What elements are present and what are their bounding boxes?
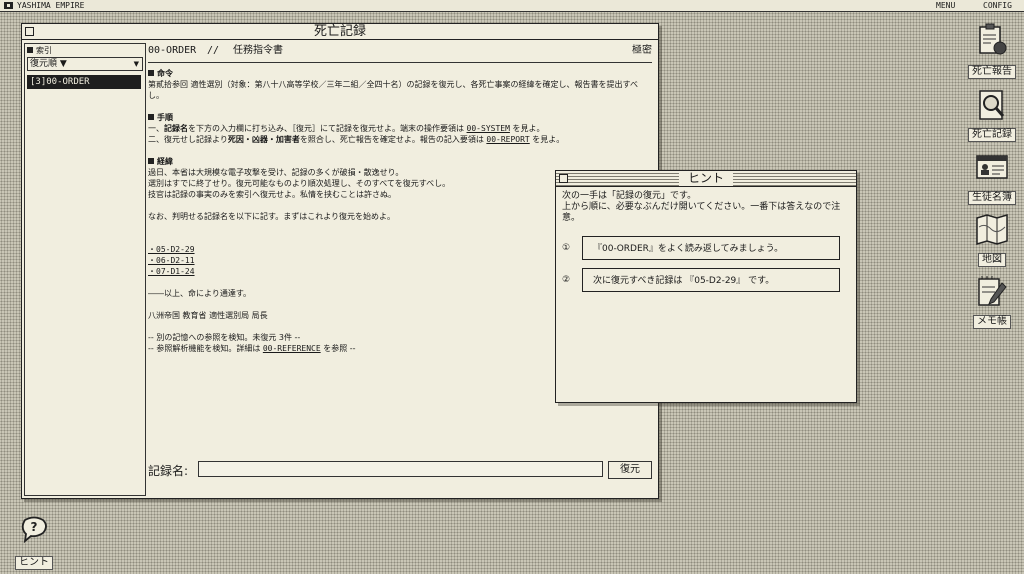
folded-map-icon xyxy=(976,213,1008,245)
hint-intro: 次の一手は「記録の復元」です。 上から順に、必要なぶんだけ開いてください。一番下… xyxy=(562,191,852,224)
record-magnifier-icon xyxy=(979,90,1005,120)
student-id-card-icon xyxy=(976,155,1008,179)
record-input-row: 記録名: 復元 xyxy=(148,461,652,481)
section-heading-procedure: 手順 xyxy=(148,112,652,123)
restore-button[interactable]: 復元 xyxy=(608,461,652,479)
sort-order-label: 復元順 ▼ xyxy=(30,59,67,69)
question-bubble-icon: ? xyxy=(21,516,47,544)
section-heading-history: 経緯 xyxy=(148,156,652,167)
hint-number: ① xyxy=(562,243,571,253)
close-box-icon[interactable] xyxy=(25,27,34,36)
record-name-input[interactable] xyxy=(198,461,603,477)
procedure-step-2: 二、復元せし記録より死因・凶器・加害者を照合し、死亡報告を確定せよ。報告の記入要… xyxy=(148,135,565,144)
section-heading-order: 命令 xyxy=(148,68,652,79)
dropdown-arrow-icon: ▼ xyxy=(133,60,139,68)
sort-order-select[interactable]: 復元順 ▼ ▼ xyxy=(27,57,143,71)
hint-intro-line: 次の一手は「記録の復元」です。 xyxy=(562,191,697,201)
document-separator: // xyxy=(207,45,220,56)
window-title: 死亡記録 xyxy=(304,24,376,39)
hint-row: ① 『00-ORDER』をよく読み返してみましょう。 xyxy=(562,236,852,262)
procedure-step-1: 一、記録名を下方の入力欄に打ち込み、［復元］にて記録を復元せよ。端末の操作要領は… xyxy=(148,124,545,133)
index-list: [3]00-ORDER xyxy=(27,75,141,89)
hint-window: ヒント 次の一手は「記録の復元」です。 上から順に、必要なぶんだけ開いてください… xyxy=(555,170,857,403)
desktop-icon-hint[interactable]: ? ヒント xyxy=(6,514,62,570)
order-text: 第貳拾参回 適性選別（対象：第八十八高等学校／三年二組／全四十名）の記録を復元し… xyxy=(148,80,638,100)
desktop-icon-label: 死亡報告 xyxy=(968,65,1016,79)
hint-box[interactable]: 『00-ORDER』をよく読み返してみましょう。 xyxy=(582,236,840,260)
desktop-icon-death-record[interactable]: 死亡記録 xyxy=(964,88,1020,142)
menu-bar: YASHIMA EMPIRE MENU CONFIG xyxy=(0,0,1024,12)
index-panel: 索引 復元順 ▼ ▼ [3]00-ORDER xyxy=(24,43,146,496)
window-titlebar[interactable]: 死亡記録 xyxy=(22,24,658,40)
desktop-icon-label: 死亡記録 xyxy=(968,128,1016,142)
link-00-reference[interactable]: 00-REFERENCE xyxy=(263,344,321,353)
hint-titlebar[interactable]: ヒント xyxy=(556,171,856,187)
document-title: 任務指令書 xyxy=(233,45,283,56)
system-logo-icon xyxy=(4,2,13,9)
report-clipboard-icon xyxy=(979,23,1007,55)
svg-text:?: ? xyxy=(31,520,38,534)
record-name-label: 記録名: xyxy=(148,464,189,478)
memo-pad-pencil-icon xyxy=(978,276,1007,306)
document-code: 00-ORDER xyxy=(148,45,197,56)
link-00-system[interactable]: 00-SYSTEM xyxy=(467,124,510,133)
index-header: 索引 xyxy=(27,46,52,56)
classification-label: 極密 xyxy=(632,45,652,56)
menu-button[interactable]: MENU xyxy=(936,0,955,11)
desktop-icon-memo[interactable]: メモ帳 xyxy=(964,275,1020,329)
desktop-icon-roster[interactable]: 生徒名簿 xyxy=(964,151,1020,205)
link-00-report[interactable]: 00-REPORT xyxy=(486,135,529,144)
desktop-icon-death-report[interactable]: 死亡報告 xyxy=(964,23,1020,79)
hint-intro-line: 上から順に、必要なぶんだけ開いてください。一番下は答えなので注意。 xyxy=(562,202,841,223)
hint-row: ② 次に復元すべき記録は 『05-D2-29』 です。 xyxy=(562,268,852,294)
system-title: YASHIMA EMPIRE xyxy=(17,1,85,10)
index-item[interactable]: [3]00-ORDER xyxy=(27,75,141,89)
desktop-icon-map[interactable]: 地図 xyxy=(964,213,1020,267)
desktop-icon-label: メモ帳 xyxy=(973,315,1011,329)
hint-window-title: ヒント xyxy=(678,171,734,186)
close-box-icon[interactable] xyxy=(559,174,568,183)
hint-number: ② xyxy=(562,275,571,285)
header-divider xyxy=(148,62,652,63)
desktop-icon-label: 地図 xyxy=(978,253,1006,267)
desktop-icon-label: 生徒名簿 xyxy=(968,191,1016,205)
config-button[interactable]: CONFIG xyxy=(983,0,1012,11)
hint-box[interactable]: 次に復元すべき記録は 『05-D2-29』 です。 xyxy=(582,268,840,292)
square-bullet-icon xyxy=(27,47,33,53)
desktop-icon-label: ヒント xyxy=(15,556,53,570)
